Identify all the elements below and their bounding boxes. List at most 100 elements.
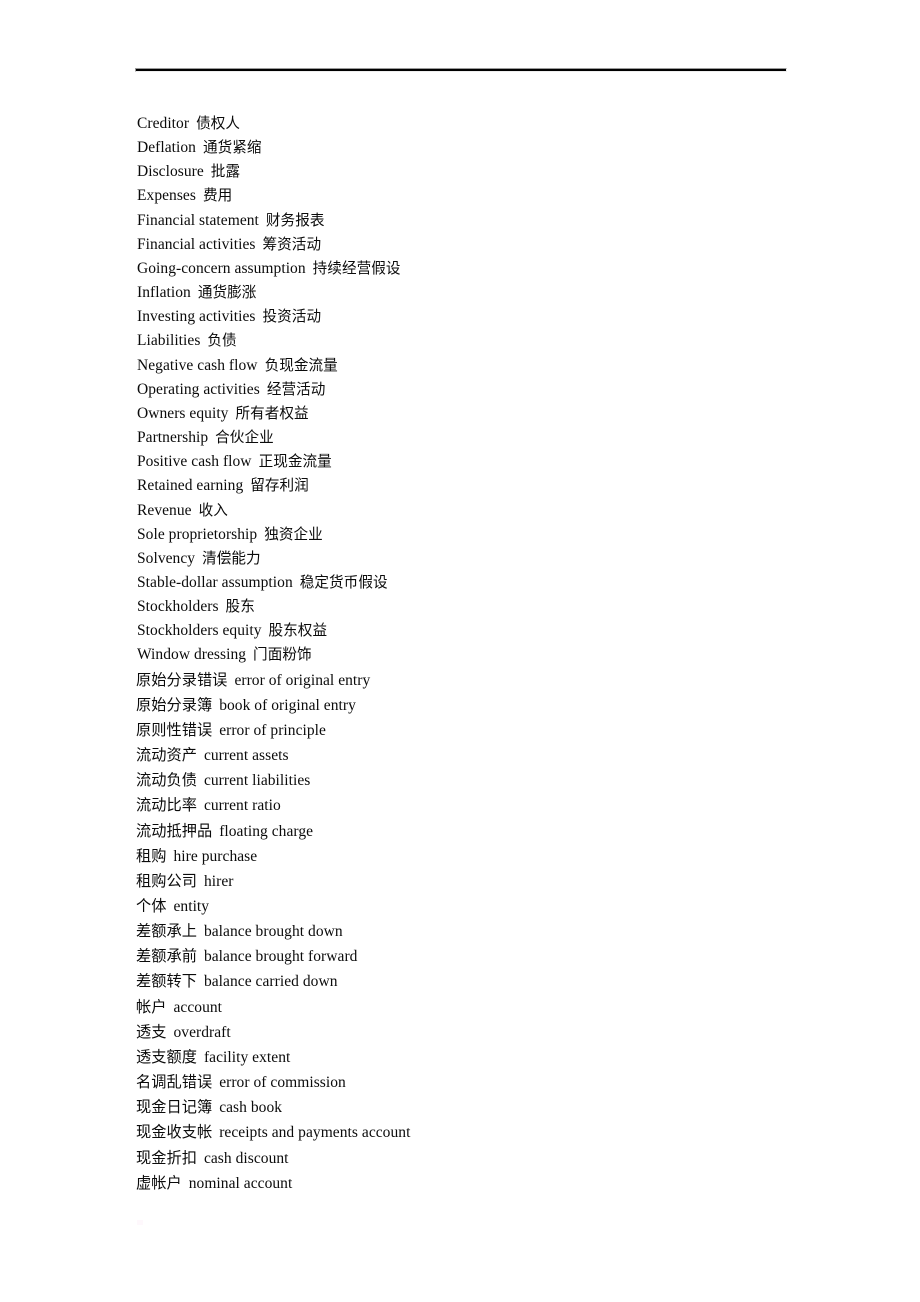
glossary-term-gloss: hirer (203, 872, 234, 890)
glossary-term-headword: 现金日记簿 (136, 1098, 213, 1117)
glossary-term-gloss: cash discount (203, 1149, 289, 1167)
glossary-term-headword: Financial activities (137, 235, 256, 253)
glossary-term-headword: Positive cash flow (137, 453, 252, 471)
glossary-term-gloss: 批露 (210, 163, 241, 181)
glossary-term-gloss: overdraft (173, 1023, 231, 1041)
glossary-term-headword: Stockholders (137, 598, 219, 616)
glossary-term-gloss: 持续经营假设 (312, 259, 401, 277)
glossary-term-headword: Retained earning (137, 477, 244, 495)
glossary-entry: Operating activities 经营活动 (137, 378, 837, 402)
glossary-entry: 透支额度 facility extent (136, 1045, 837, 1070)
glossary-entry: Positive cash flow 正现金流量 (137, 450, 837, 474)
glossary-term-headword: 原始分录错误 (136, 670, 228, 689)
glossary-entry: Window dressing 门面粉饰 (137, 643, 837, 667)
glossary-term-headword: Revenue (137, 501, 192, 519)
glossary-entry: 租购 hire purchase (136, 844, 837, 869)
glossary-term-gloss: hire purchase (173, 847, 258, 865)
glossary-term-headword: Financial statement (137, 211, 259, 229)
glossary-entry: 现金日记簿 cash book (136, 1095, 837, 1120)
glossary-entry: Negative cash flow 负现金流量 (137, 354, 837, 378)
glossary-term-headword: Deflation (137, 139, 196, 157)
glossary-term-gloss: 独资企业 (264, 525, 323, 543)
glossary-entry: 租购公司 hirer (136, 869, 837, 894)
glossary-term-headword: Stockholders equity (137, 622, 262, 640)
glossary-entry: Financial activities 筹资活动 (137, 233, 837, 257)
glossary-term-gloss: facility extent (203, 1048, 291, 1066)
glossary-term-gloss: 通货膨涨 (197, 284, 257, 302)
glossary-entry: Creditor 债权人 (137, 112, 837, 136)
glossary-term-headword: 原则性错误 (136, 720, 213, 739)
glossary-entry: Revenue 收入 (137, 499, 837, 523)
glossary-term-headword: 原始分录簿 (136, 695, 213, 714)
glossary-term-gloss: current liabilities (203, 772, 311, 790)
glossary-term-headword: Solvency (137, 549, 196, 567)
glossary-term-gloss: 费用 (202, 187, 233, 205)
glossary-term-gloss: floating charge (219, 822, 314, 840)
glossary-term-gloss: error of commission (219, 1074, 346, 1092)
glossary-term-gloss: 投资活动 (262, 308, 322, 326)
glossary-term-gloss: 股东权益 (268, 622, 328, 640)
glossary-term-gloss: receipts and payments account (219, 1124, 411, 1142)
glossary-term-headword: 现金折扣 (136, 1148, 197, 1167)
glossary-entry: 原始分录错误 error of original entry (136, 668, 837, 693)
glossary-entry: Sole proprietorship 独资企业 (137, 523, 837, 547)
glossary-term-headword: 虚帐户 (136, 1173, 182, 1192)
glossary-entry: 流动比率 current ratio (136, 793, 837, 818)
glossary-term-gloss: 筹资活动 (262, 235, 322, 253)
glossary-term-headword: Going-concern assumption (137, 259, 306, 277)
document-page: Creditor 债权人 Deflation 通货紧缩 Disclosure 批露 Expe… (0, 0, 920, 1302)
glossary-term-headword: 差额承上 (136, 922, 197, 941)
glossary-term-gloss: balance brought forward (203, 948, 358, 966)
glossary-term-headword: Liabilities (137, 332, 201, 350)
glossary-term-headword: 名调乱错误 (136, 1073, 213, 1092)
glossary-term-gloss: error of principle (219, 721, 326, 739)
glossary-entry: 虚帐户 nominal account (136, 1171, 837, 1196)
glossary-term-gloss: 债权人 (196, 115, 240, 132)
glossary-term-gloss: balance carried down (203, 973, 338, 991)
glossary-term-headword: 差额承前 (136, 947, 197, 966)
glossary-entry: 流动负债 current liabilities (136, 768, 837, 793)
glossary-entry: 透支 overdraft (136, 1020, 837, 1045)
glossary-term-headword: 差额转下 (136, 972, 197, 991)
glossary-term-gloss: 稳定货币假设 (299, 573, 388, 591)
glossary-entry: Investing activities 投资活动 (137, 305, 837, 329)
glossary-entry: 差额承上 balance brought down (136, 919, 837, 944)
glossary-entry: Stable-dollar assumption 稳定货币假设 (137, 571, 837, 595)
glossary-entry: Solvency 清偿能力 (137, 547, 837, 571)
glossary-entry: 原则性错误 error of principle (136, 718, 837, 743)
glossary-term-gloss: 负现金流量 (264, 356, 338, 374)
glossary-term-headword: 帐户 (136, 997, 167, 1016)
glossary-term-headword: Sole proprietorship (137, 525, 258, 543)
glossary-entry: 现金折扣 cash discount (136, 1146, 837, 1171)
glossary-term-gloss: 门面粉饰 (253, 646, 312, 664)
glossary-term-gloss: 通货紧缩 (202, 139, 262, 157)
glossary-entry: 帐户 account (136, 995, 837, 1020)
glossary-entry: 差额转下 balance carried down (136, 969, 837, 994)
glossary-term-gloss: 股东 (225, 598, 255, 616)
glossary-entry: Retained earning 留存利润 (137, 474, 837, 498)
header-horizontal-rule (135, 68, 787, 72)
glossary-term-headword: 流动抵押品 (136, 821, 213, 840)
glossary-term-gloss: error of original entry (234, 671, 371, 689)
glossary-term-gloss: entity (173, 898, 210, 915)
glossary-term-gloss: nominal account (188, 1174, 293, 1192)
glossary-term-headword: 现金收支帐 (136, 1123, 213, 1142)
glossary-term-gloss: 留存利润 (250, 477, 309, 495)
glossary-list: Creditor 债权人 Deflation 通货紧缩 Disclosure 批露 Expe… (136, 112, 837, 1196)
glossary-term-headword: 透支 (136, 1022, 167, 1041)
glossary-term-headword: Negative cash flow (137, 356, 258, 374)
glossary-term-headword: Window dressing (137, 646, 247, 664)
glossary-term-gloss: 合伙企业 (215, 429, 274, 447)
glossary-term-headword: 流动负债 (136, 771, 197, 790)
glossary-entry: Financial statement 财务报表 (137, 209, 837, 233)
glossary-term-gloss: current ratio (203, 797, 281, 815)
glossary-term-headword: 个体 (136, 897, 167, 915)
glossary-term-headword: Partnership (137, 429, 209, 447)
glossary-term-headword: 租购公司 (136, 871, 197, 890)
glossary-entry: 个体 entity (136, 894, 837, 919)
page-scan-artifact (137, 1220, 143, 1225)
glossary-term-headword: 透支额度 (136, 1047, 197, 1066)
glossary-term-gloss: balance brought down (203, 923, 343, 941)
glossary-entry: Owners equity 所有者权益 (137, 402, 837, 426)
glossary-entry: 流动资产 current assets (136, 743, 837, 768)
